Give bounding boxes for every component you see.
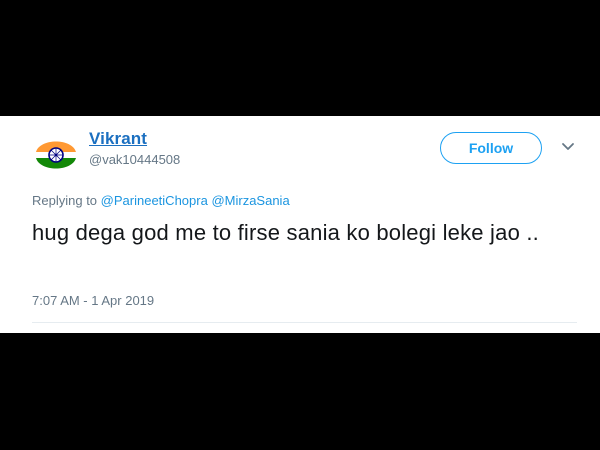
tweet-timestamp[interactable]: 7:07 AM - 1 Apr 2019 (32, 293, 154, 308)
user-display-name[interactable]: Vikrant (89, 129, 147, 149)
follow-button[interactable]: Follow (440, 132, 542, 164)
tweet-card: Vikrant @vak10444508 Follow Replying to … (0, 116, 600, 333)
replying-to-label: Replying to (32, 193, 98, 208)
screenshot-frame: Vikrant @vak10444508 Follow Replying to … (0, 0, 600, 450)
replying-to-line: Replying to @ParineetiChopra @MirzaSania (32, 193, 290, 208)
user-handle[interactable]: @vak10444508 (89, 152, 180, 167)
divider (32, 322, 577, 323)
mention-link[interactable]: @MirzaSania (211, 193, 289, 208)
india-flag-icon (32, 130, 80, 178)
chevron-down-icon[interactable] (561, 142, 575, 152)
tweet-text: hug dega god me to firse sania ko bolegi… (32, 220, 539, 245)
avatar[interactable] (32, 130, 80, 178)
mention-link[interactable]: @ParineetiChopra (101, 193, 208, 208)
